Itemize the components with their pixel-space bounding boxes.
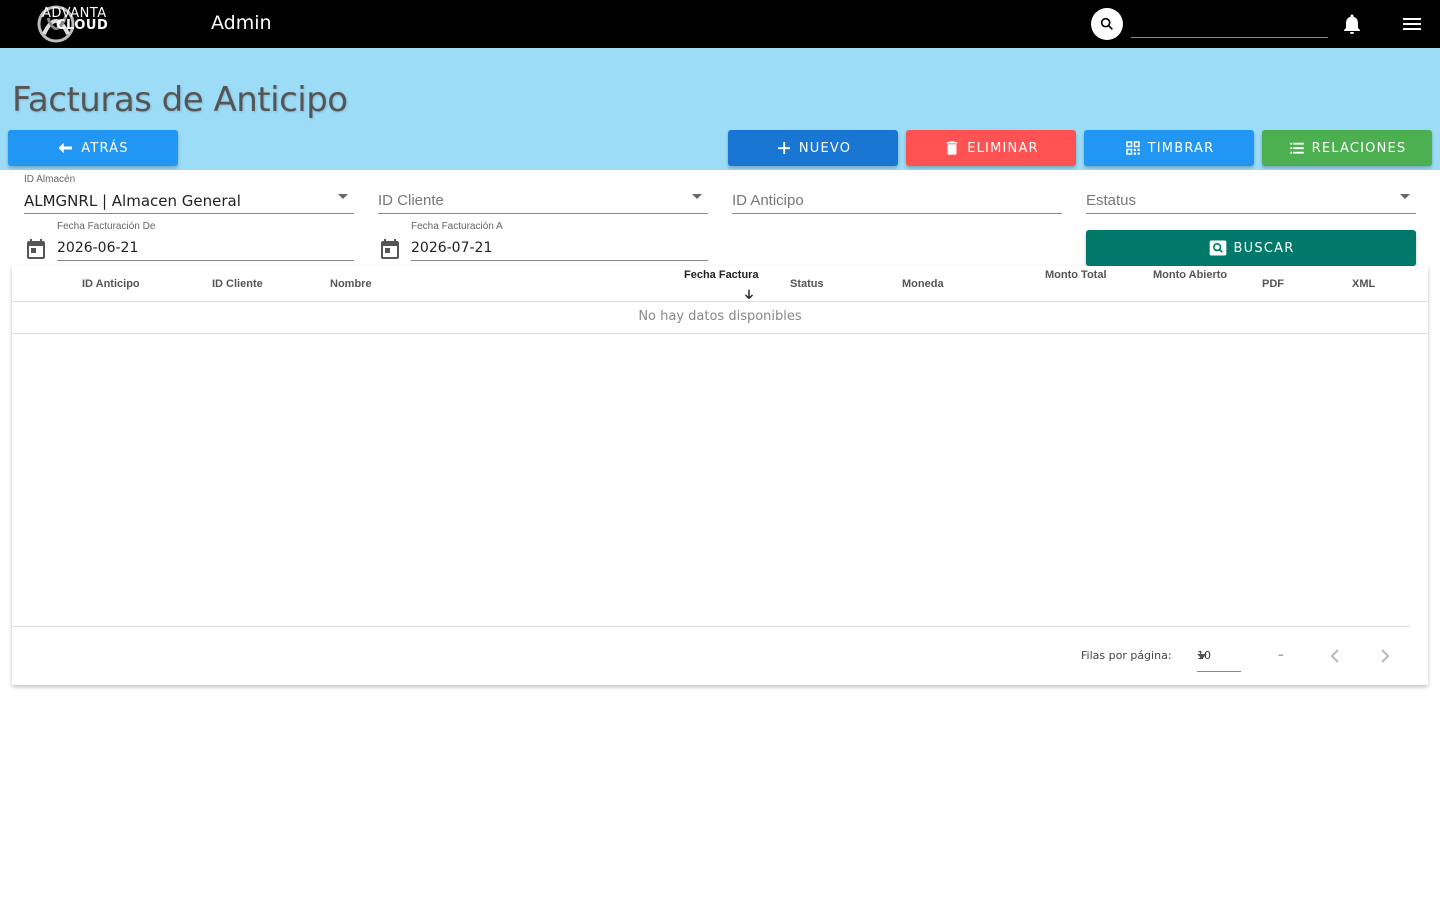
chevron-down-icon xyxy=(692,194,702,199)
fecha-a-input[interactable]: Fecha Facturación A 2026-07-21 xyxy=(411,217,708,261)
col-header-id-anticipo[interactable]: ID Anticipo xyxy=(82,278,140,290)
buscar-button[interactable]: BUSCAR xyxy=(1086,230,1416,266)
back-button[interactable]: ATRÁS xyxy=(8,130,178,166)
search-input[interactable] xyxy=(1131,10,1328,38)
rows-per-page-select[interactable]: 10 xyxy=(1197,642,1241,672)
col-header-id-cliente[interactable]: ID Cliente xyxy=(212,278,263,290)
calendar-icon[interactable] xyxy=(24,237,48,261)
bell-icon[interactable] xyxy=(1340,12,1364,36)
cliente-placeholder: ID Cliente xyxy=(378,192,444,209)
col-header-moneda[interactable]: Moneda xyxy=(902,278,944,290)
buscar-button-label: BUSCAR xyxy=(1233,240,1295,256)
fecha-a-label: Fecha Facturación A xyxy=(411,221,503,232)
arrow-left-icon xyxy=(58,142,73,154)
almacen-underline xyxy=(24,213,354,214)
almacen-value: ALMGNRL | Almacen General xyxy=(24,192,241,210)
calendar-icon[interactable] xyxy=(378,237,402,261)
plus-icon xyxy=(777,142,790,154)
col-header-pdf[interactable]: PDF xyxy=(1262,278,1284,290)
rows-per-page-label: Filas por página: xyxy=(1081,649,1172,662)
search-button[interactable] xyxy=(1091,8,1123,40)
back-button-label: ATRÁS xyxy=(81,140,129,156)
cliente-underline xyxy=(378,213,708,214)
chevron-left-icon[interactable] xyxy=(1323,644,1347,668)
stamp-button[interactable]: TIMBRAR xyxy=(1084,130,1254,166)
anticipo-placeholder: ID Anticipo xyxy=(732,192,804,209)
almacen-select[interactable]: ID Almacén ALMGNRL | Almacen General xyxy=(24,170,354,214)
list-icon xyxy=(1289,142,1304,154)
data-table: ID Anticipo ID Cliente Nombre Fecha Fact… xyxy=(12,266,1428,685)
relations-button-label: RELACIONES xyxy=(1311,140,1407,156)
fecha-de-underline xyxy=(57,260,354,261)
col-header-xml[interactable]: XML xyxy=(1352,278,1375,290)
chevron-right-icon[interactable] xyxy=(1373,644,1397,668)
logo-text: ADVANTA CLOUD xyxy=(42,7,109,33)
pagination-range: – xyxy=(1278,648,1284,661)
hamburger-menu-icon[interactable] xyxy=(1400,12,1424,36)
chevron-down-icon xyxy=(338,194,348,199)
col-header-monto-total[interactable]: Monto Total xyxy=(1045,269,1107,281)
table-header: ID Anticipo ID Cliente Nombre Fecha Fact… xyxy=(12,266,1428,302)
app-bar: ADVANTA CLOUD Admin xyxy=(0,0,1440,48)
stamp-button-label: TIMBRAR xyxy=(1147,140,1215,156)
cliente-select[interactable]: ID Cliente xyxy=(378,170,708,214)
chevron-down-icon xyxy=(1197,654,1207,659)
col-header-fecha-factura[interactable]: Fecha Factura xyxy=(684,269,759,281)
empty-state-text: No hay datos disponibles xyxy=(12,302,1428,334)
estatus-underline xyxy=(1086,213,1416,214)
table-footer-divider xyxy=(12,626,1410,627)
fecha-a-value: 2026-07-21 xyxy=(411,240,493,256)
chevron-down-icon xyxy=(1400,194,1410,199)
arrow-down-icon[interactable] xyxy=(742,288,756,302)
page-title: Facturas de Anticipo xyxy=(12,80,348,120)
relations-button[interactable]: RELACIONES xyxy=(1262,130,1432,166)
fecha-de-input[interactable]: Fecha Facturación De 2026-06-21 xyxy=(57,217,354,261)
logo-line-2: CLOUD xyxy=(56,18,109,33)
new-button[interactable]: NUEVO xyxy=(728,130,898,166)
estatus-placeholder: Estatus xyxy=(1086,192,1137,209)
qr-code-icon xyxy=(1125,141,1140,155)
col-header-monto-abierto[interactable]: Monto Abierto xyxy=(1153,269,1227,281)
delete-button[interactable]: ELIMINAR xyxy=(906,130,1076,166)
trash-icon xyxy=(946,141,958,155)
estatus-select[interactable]: Estatus xyxy=(1086,170,1416,214)
fecha-a-underline xyxy=(411,260,708,261)
almacen-label: ID Almacén xyxy=(24,174,76,185)
fecha-de-value: 2026-06-21 xyxy=(57,240,139,256)
fecha-de-label: Fecha Facturación De xyxy=(57,221,156,232)
delete-button-label: ELIMINAR xyxy=(967,140,1039,156)
search-icon xyxy=(1209,240,1226,256)
search-icon xyxy=(1100,17,1113,30)
col-header-nombre[interactable]: Nombre xyxy=(330,278,372,290)
anticipo-input[interactable]: ID Anticipo xyxy=(732,170,1062,214)
col-header-status[interactable]: Status xyxy=(790,278,824,290)
anticipo-underline xyxy=(732,213,1062,214)
new-button-label: NUEVO xyxy=(798,140,852,156)
app-title: Admin xyxy=(211,12,272,34)
